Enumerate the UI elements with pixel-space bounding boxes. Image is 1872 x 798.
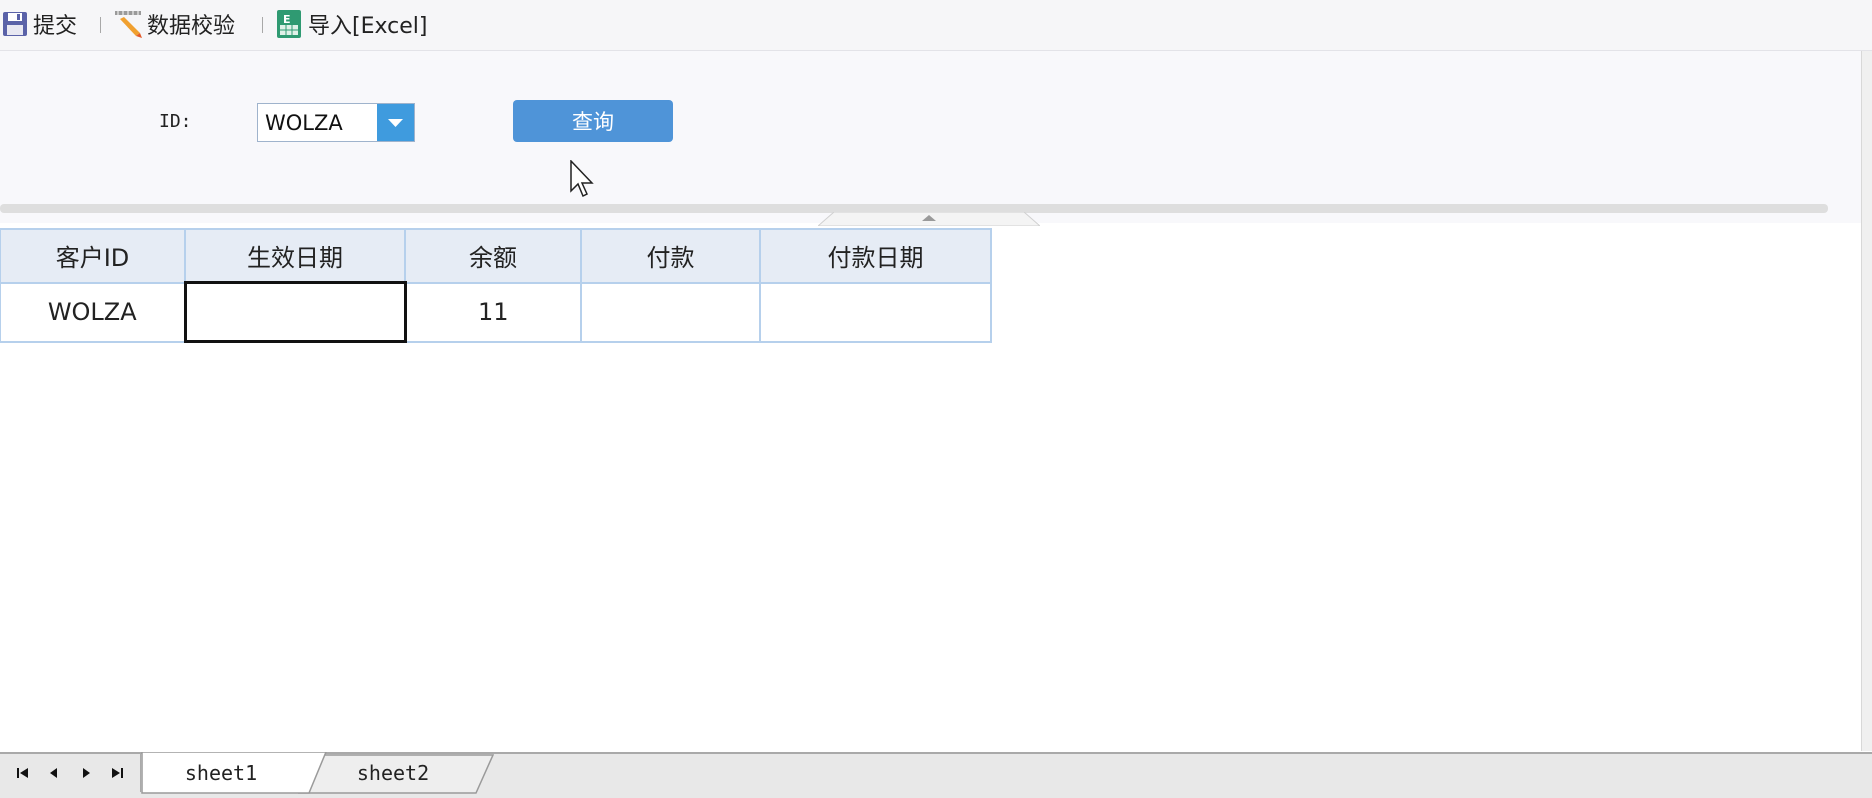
cell-balance[interactable]: 11 <box>404 281 582 343</box>
sheet-navigation <box>0 754 141 792</box>
mouse-cursor-icon <box>570 160 594 198</box>
id-combobox[interactable]: WOLZA <box>257 103 415 142</box>
table-header-row: 客户ID 生效日期 余额 付款 付款日期 <box>0 228 992 284</box>
first-sheet-icon[interactable] <box>14 764 32 782</box>
previous-sheet-icon[interactable] <box>45 764 63 782</box>
toolbar-separator <box>262 17 263 33</box>
next-sheet-icon[interactable] <box>77 764 95 782</box>
save-icon <box>3 12 27 36</box>
submit-button[interactable]: 提交 <box>0 8 77 40</box>
column-header-customer-id: 客户ID <box>0 228 186 284</box>
import-label: 导入[Excel] <box>308 14 428 39</box>
combobox-dropdown-button[interactable] <box>377 104 414 141</box>
chevron-down-icon <box>388 119 403 127</box>
cell-effective-date[interactable] <box>183 281 407 343</box>
sheet-tab-sheet1[interactable]: sheet1 <box>146 754 296 792</box>
column-header-payment-date: 付款日期 <box>759 228 992 284</box>
svg-text:E: E <box>283 13 291 26</box>
validate-button[interactable]: 数据校验 <box>112 8 235 40</box>
submit-label: 提交 <box>33 14 78 39</box>
import-excel-button[interactable]: E 导入[Excel] <box>274 8 427 40</box>
query-button[interactable]: 查询 <box>513 100 673 142</box>
column-header-balance: 余额 <box>404 228 582 284</box>
cell-payment[interactable] <box>580 281 761 343</box>
pencil-ruler-icon <box>115 11 142 38</box>
last-sheet-icon[interactable] <box>108 764 126 782</box>
sheet-tab-sheet2[interactable]: sheet2 <box>318 754 468 792</box>
id-label: ID: <box>159 111 192 132</box>
excel-icon: E <box>277 10 301 38</box>
data-table: 客户ID 生效日期 余额 付款 付款日期 WOLZA 11 <box>0 228 992 343</box>
cell-customer-id[interactable]: WOLZA <box>0 281 186 343</box>
toolbar: 提交 数据校验 E 导入[Excel] <box>0 0 1872 51</box>
column-header-payment: 付款 <box>580 228 761 284</box>
cell-payment-date[interactable] <box>759 281 992 343</box>
id-combobox-value: WOLZA <box>265 111 343 135</box>
column-header-effective-date: 生效日期 <box>184 228 406 284</box>
splitter-collapse-handle[interactable] <box>818 212 1040 226</box>
toolbar-separator <box>100 17 101 33</box>
vertical-scrollbar[interactable] <box>1861 51 1872 751</box>
validate-label: 数据校验 <box>147 14 236 39</box>
table-row: WOLZA 11 <box>0 281 992 343</box>
